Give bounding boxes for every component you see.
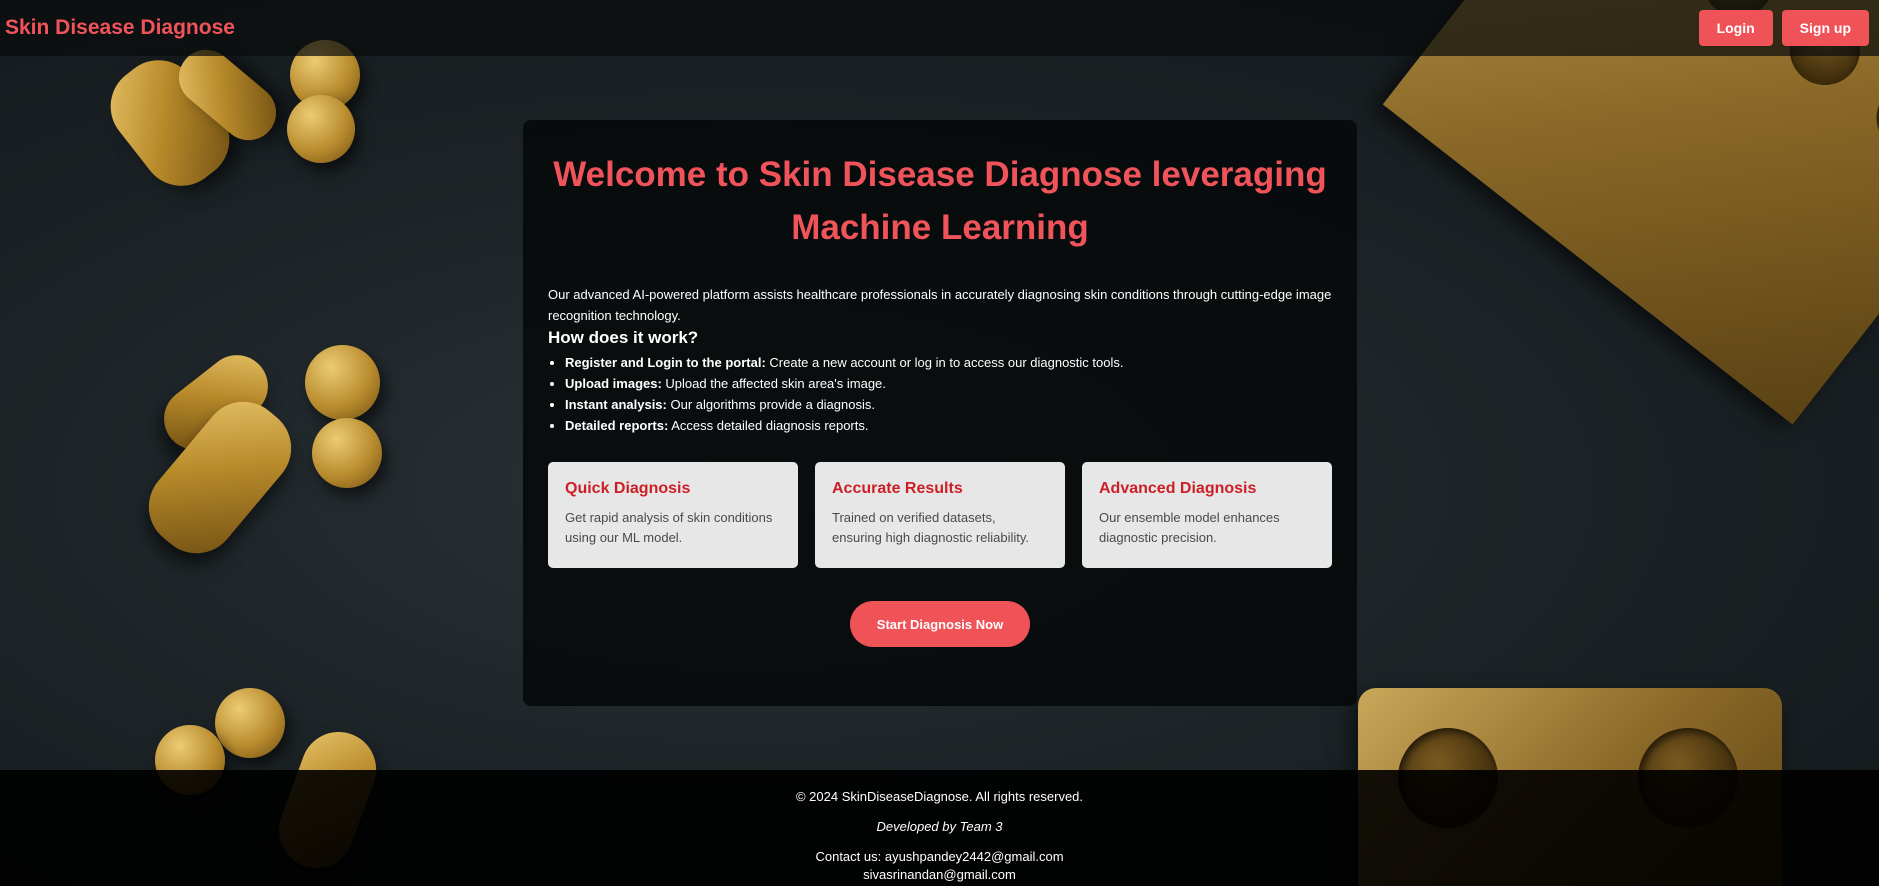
list-item: Instant analysis: Our algorithms provide… [565, 394, 1332, 415]
contact-email-2: sivasrinandan@gmail.com [863, 867, 1016, 882]
feature-title: Quick Diagnosis [565, 480, 691, 497]
steps-list: Register and Login to the portal: Create… [548, 352, 1332, 436]
feature-card-quick-diagnosis: Quick Diagnosis Get rapid analysis of sk… [548, 462, 798, 568]
page-title: Welcome to Skin Disease Diagnose leverag… [553, 155, 1327, 247]
feature-text: Trained on verified datasets, ensuring h… [832, 510, 1030, 545]
step-text: Access detailed diagnosis reports. [668, 418, 869, 433]
start-diagnosis-button[interactable]: Start Diagnosis Now [850, 601, 1030, 647]
feature-text: Get rapid analysis of skin conditions us… [565, 510, 773, 545]
step-title: Instant analysis: [565, 397, 667, 412]
step-text: Upload the affected skin area's image. [661, 376, 886, 391]
list-item: Upload images: Upload the affected skin … [565, 373, 1332, 394]
signup-button[interactable]: Sign up [1781, 10, 1869, 46]
how-it-works-heading: How does it work? [548, 328, 699, 347]
copyright-text: © 2024 SkinDiseaseDiagnose. All rights r… [795, 789, 1084, 804]
top-navbar: Skin Disease Diagnose Login Sign up [0, 0, 1879, 56]
feature-title: Advanced Diagnosis [1099, 480, 1257, 497]
step-title: Register and Login to the portal: [565, 355, 766, 370]
feature-card-advanced-diagnosis: Advanced Diagnosis Our ensemble model en… [1082, 462, 1332, 568]
feature-cards: Quick Diagnosis Get rapid analysis of sk… [548, 462, 1332, 568]
feature-text: Our ensemble model enhances diagnostic p… [1099, 510, 1280, 545]
auth-buttons: Login Sign up [1698, 10, 1869, 46]
welcome-card: Welcome to Skin Disease Diagnose leverag… [523, 120, 1357, 706]
brand-logo-text[interactable]: Skin Disease Diagnose [5, 16, 235, 40]
cta-container: Start Diagnosis Now [548, 601, 1332, 647]
list-item: Register and Login to the portal: Create… [565, 352, 1332, 373]
step-title: Upload images: [565, 376, 662, 391]
intro-paragraph: Our advanced AI-powered platform assists… [548, 287, 1332, 323]
feature-title: Accurate Results [832, 480, 963, 497]
developed-by-text: Developed by Team 3 [876, 819, 1003, 834]
contact-text: Contact us: ayushpandey2442@gmail.com [815, 849, 1064, 864]
page-footer: © 2024 SkinDiseaseDiagnose. All rights r… [0, 770, 1879, 886]
login-button[interactable]: Login [1698, 10, 1773, 46]
list-item: Detailed reports: Access detailed diagno… [565, 415, 1332, 436]
feature-card-accurate-results: Accurate Results Trained on verified dat… [815, 462, 1065, 568]
step-text: Our algorithms provide a diagnosis. [666, 397, 875, 412]
step-title: Detailed reports: [565, 418, 669, 433]
step-text: Create a new account or log in to access… [765, 355, 1124, 370]
